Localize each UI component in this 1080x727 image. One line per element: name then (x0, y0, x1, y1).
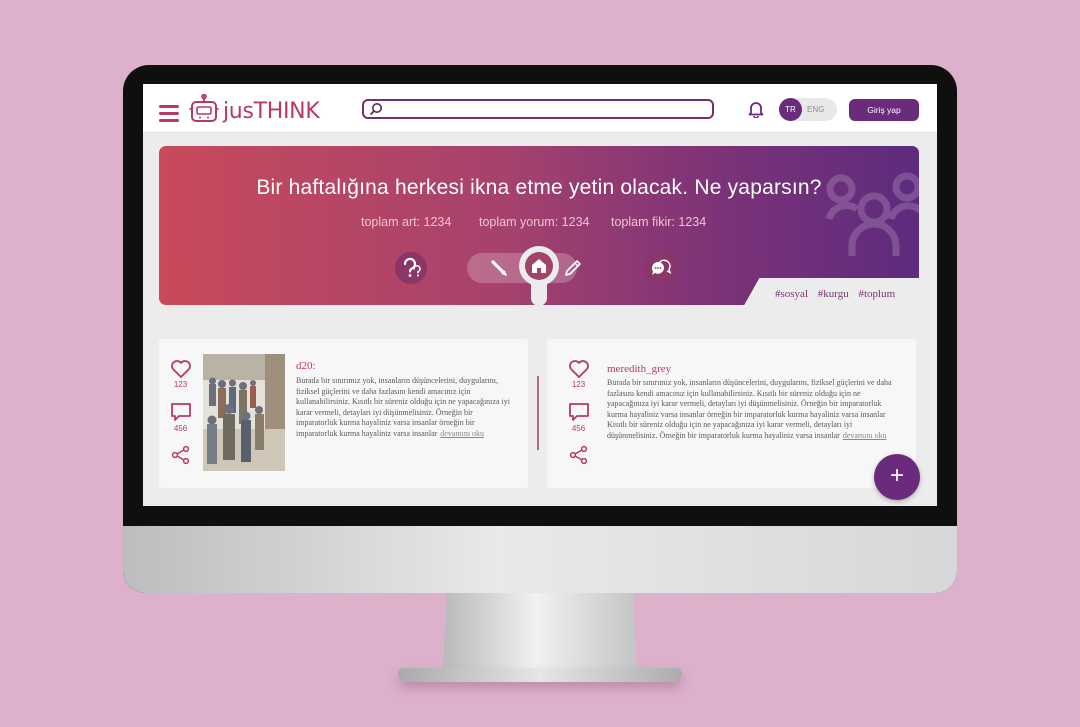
pencil-icon[interactable] (489, 258, 509, 278)
post-actions: 123 456 (565, 359, 592, 467)
like-count: 123 (173, 380, 188, 389)
share-icon[interactable] (569, 445, 589, 465)
add-post-button[interactable]: + (874, 454, 920, 500)
post-text: Burada bir sınırımız yok, insanların düş… (607, 378, 895, 442)
question-button[interactable] (395, 252, 427, 284)
post-username[interactable]: d20: (296, 360, 316, 372)
street-sketch-image (203, 354, 285, 471)
discussion-button[interactable] (645, 252, 677, 284)
heart-icon[interactable] (568, 359, 590, 379)
robot-icon (189, 94, 219, 122)
read-more-link[interactable]: devamını oku (843, 431, 887, 440)
lang-tr-option[interactable]: TR (779, 98, 802, 121)
search-input[interactable] (362, 99, 714, 119)
banner-question-title: Bir haftalığına herkesi ikna etme yetin … (256, 176, 822, 199)
tag-kurgu[interactable]: #kurgu (818, 288, 849, 300)
monitor-chin (123, 526, 957, 593)
comment-count: 456 (173, 424, 188, 433)
card-divider (537, 376, 539, 450)
topic-tags: #sosyal #kurgu #toplum (775, 288, 902, 300)
monitor-stand (443, 593, 637, 671)
lang-eng-option[interactable]: ENG (807, 98, 824, 121)
home-button[interactable] (525, 252, 553, 280)
search-icon (369, 103, 382, 116)
like-count: 123 (571, 380, 586, 389)
hamburger-icon[interactable] (159, 105, 179, 123)
post-text: Burada bir sınırımız yok, insanların düş… (296, 376, 514, 440)
language-toggle[interactable]: TR ENG (779, 98, 837, 121)
tag-sosyal[interactable]: #sosyal (775, 288, 808, 300)
app-screen: jusTHINK TR ENG Giriş yap Bir haftalığın… (143, 84, 937, 506)
bell-icon[interactable] (748, 100, 764, 118)
stat-total-ideas: toplam fikir: 1234 (611, 215, 707, 229)
stat-total-art: toplam art: 1234 (361, 215, 452, 229)
monitor-base (398, 668, 682, 682)
comment-icon[interactable] (568, 401, 590, 423)
comment-icon[interactable] (170, 401, 192, 423)
heart-icon[interactable] (170, 359, 192, 379)
post-actions: 123 456 (167, 359, 194, 467)
top-navbar: jusTHINK TR ENG Giriş yap (143, 84, 937, 133)
share-icon[interactable] (171, 445, 191, 465)
pen-icon[interactable] (563, 258, 583, 278)
login-button[interactable]: Giriş yap (849, 99, 919, 121)
read-more-link[interactable]: devamını oku (440, 429, 484, 438)
comment-count: 456 (571, 424, 586, 433)
post-image[interactable] (203, 354, 285, 471)
home-icon (532, 259, 546, 273)
post-card: 123 456 meredith_grey Burada bir sınırım… (547, 339, 916, 488)
tag-toplum[interactable]: #toplum (858, 288, 895, 300)
stat-total-comments: toplam yorum: 1234 (479, 215, 590, 229)
chat-bubbles-icon (651, 259, 672, 275)
post-username[interactable]: meredith_grey (607, 363, 671, 375)
brand-logo-text[interactable]: jusTHINK (223, 99, 320, 124)
post-card: 123 456 d20: Burada bir sınırımız yok, i… (159, 339, 528, 488)
question-icon (403, 257, 421, 277)
